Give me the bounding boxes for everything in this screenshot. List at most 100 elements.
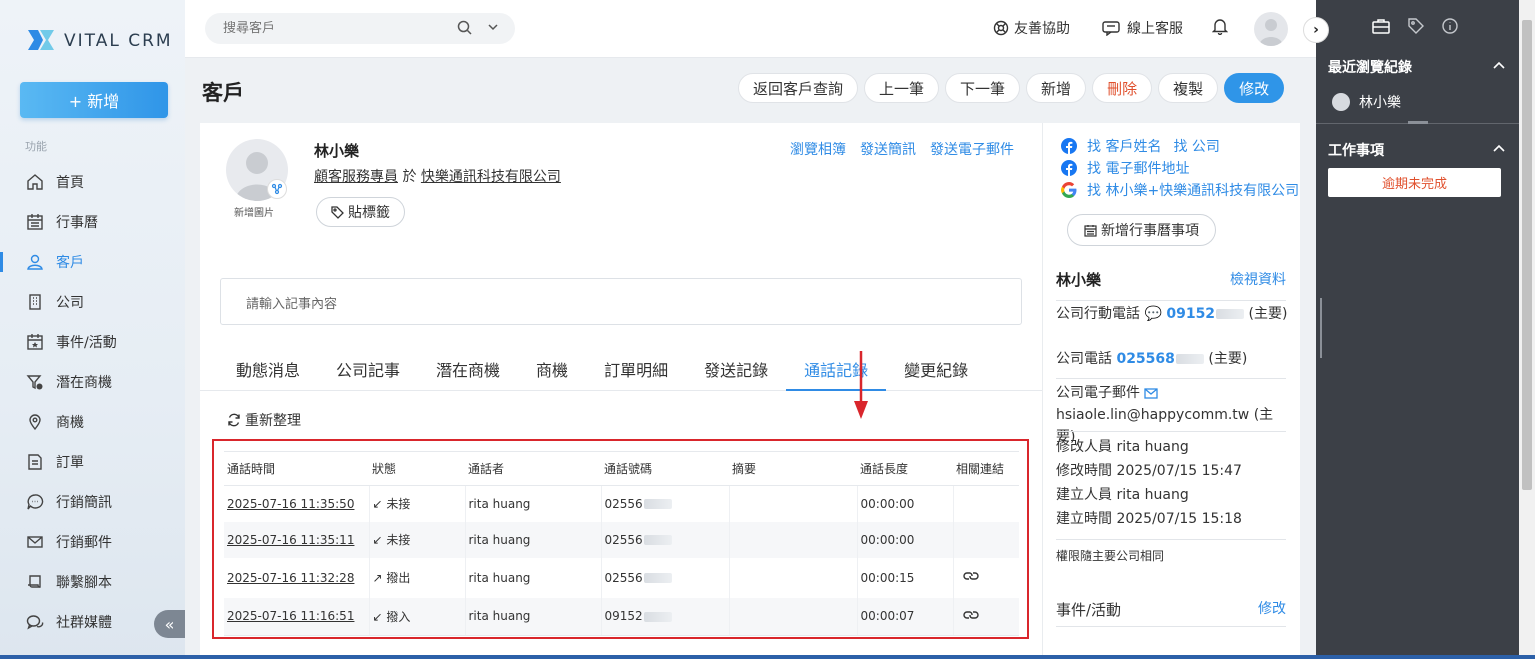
tab-leads[interactable]: 潛在商機 [418,351,518,391]
tab-change-log[interactable]: 變更紀錄 [886,351,986,391]
search-customer-name-link[interactable]: 找 客戶姓名 [1087,136,1161,156]
add-calendar-event-button[interactable]: 新增行事曆事項 [1067,214,1216,246]
topbar: 友善協助 線上客服 › [185,0,1329,58]
tag-icon[interactable] [1408,18,1424,34]
help-link[interactable]: 友善協助 [993,18,1070,38]
tab-send-records[interactable]: 發送記錄 [686,351,786,391]
tab-order-details[interactable]: 訂單明細 [586,351,686,391]
sidebar-item-sms[interactable]: 行銷簡訊 [0,482,185,522]
column-header[interactable]: 通話時間 [224,451,369,486]
new-button[interactable]: + 新增 [20,82,168,118]
overdue-filter-button[interactable]: 逾期未完成 [1328,168,1501,197]
search-company-link[interactable]: 找 公司 [1173,136,1219,156]
facebook-icon [1061,138,1077,154]
chat-support-icon [1102,20,1120,36]
browse-album-link[interactable]: 瀏覽相簿 [790,139,846,159]
recent-item[interactable]: 林小樂 [1332,92,1401,112]
action-bar: 返回客戶查詢 上一筆 下一筆 新增 刪除 複製 修改 [738,73,1290,103]
sidebar-item-opportunity[interactable]: 商機 [0,402,185,442]
call-time-link[interactable]: 2025-07-16 11:32:28 [227,571,354,585]
resize-handle[interactable] [1408,121,1428,124]
user-avatar[interactable] [1254,12,1288,46]
link-icon[interactable] [962,570,979,582]
add-photo-label[interactable]: 新增圖片 [234,204,274,219]
sidebar-item-calendar[interactable]: 行事曆 [0,202,185,242]
customer-icon [25,252,45,272]
sidebar-item-home[interactable]: 首頁 [0,162,185,202]
collapse-sidebar-button[interactable]: « [154,610,185,638]
refresh-button[interactable]: 重新整理 [227,410,301,430]
recent-item-label: 林小樂 [1359,95,1401,111]
previous-button[interactable]: 上一筆 [864,73,940,103]
panel-resize-handle[interactable] [1320,298,1322,358]
column-header[interactable]: 通話者 [465,451,601,486]
mail-icon [25,532,45,552]
chevron-up-icon[interactable] [1493,58,1505,72]
change-photo-icon[interactable] [267,179,287,199]
tab-call-records[interactable]: 通話記錄 [786,351,887,391]
edit-button[interactable]: 修改 [1224,73,1285,103]
sidebar-item-company[interactable]: 公司 [0,282,185,322]
column-header[interactable]: 通話長度 [857,451,953,486]
duration: 00:00:00 [857,521,954,558]
page-scrollbar[interactable] [1519,0,1535,659]
chevron-up-icon[interactable] [1493,141,1505,155]
building-icon [25,292,45,312]
company-mobile-link[interactable]: 09152 [1166,306,1215,322]
sidebar-item-mail[interactable]: 行銷郵件 [0,522,185,562]
search-icon[interactable] [457,20,473,40]
column-header[interactable]: 通話號碼 [601,451,729,486]
expand-panel-button[interactable]: › [1303,17,1329,43]
call-time-link[interactable]: 2025-07-16 11:35:50 [227,497,354,511]
support-link[interactable]: 線上客服 [1102,18,1183,38]
chat-icon[interactable]: 💬 [1144,306,1161,322]
sidebar-item-events[interactable]: 事件/活動 [0,322,185,362]
tab-news[interactable]: 動態消息 [218,351,318,391]
sidebar-item-label: 潛在商機 [56,375,112,391]
column-header[interactable]: 摘要 [729,451,857,486]
search-google-link[interactable]: 找 林小樂+快樂通訊科技有限公司 [1087,180,1299,200]
funnel-icon [25,372,45,392]
events-edit-link[interactable]: 修改 [1258,598,1286,618]
info-icon[interactable] [1442,18,1458,34]
redacted-digits [1216,309,1245,319]
delete-button[interactable]: 刪除 [1092,73,1153,103]
sidebar-item-customer[interactable]: 客戶 [0,242,185,282]
back-to-search-button[interactable]: 返回客戶查詢 [738,73,859,103]
tab-opportunities[interactable]: 商機 [518,351,586,391]
call-time-link[interactable]: 2025-07-16 11:16:51 [227,609,354,623]
add-calendar-label: 新增行事曆事項 [1101,223,1199,239]
related-link-cell [953,521,1019,558]
search-email-link[interactable]: 找 電子郵件地址 [1087,158,1189,178]
chevron-down-icon[interactable] [487,21,499,37]
sidebar-item-order[interactable]: 訂單 [0,442,185,482]
event-icon [25,332,45,352]
company-phone-link[interactable]: 025568 [1116,351,1174,367]
column-header[interactable]: 狀態 [369,451,465,486]
send-sms-link[interactable]: 發送簡訊 [860,139,916,159]
bell-icon[interactable] [1211,17,1229,39]
envelope-icon[interactable] [1144,387,1159,399]
summary [729,521,858,558]
note-input[interactable]: 請輸入記事內容 [220,278,1022,325]
job-title-link[interactable]: 顧客服務專員 [314,169,398,185]
next-button[interactable]: 下一筆 [945,73,1021,103]
company-link[interactable]: 快樂通訊科技有限公司 [421,169,561,185]
link-icon[interactable] [962,609,979,621]
sidebar: VITAL CRM + 新增 功能 首頁 行事曆 客戶 公司 事件/活動 潛在商… [0,0,185,659]
column-header[interactable]: 相關連結 [953,451,1019,486]
search-input[interactable] [223,21,453,36]
tab-company-notes[interactable]: 公司記事 [318,351,418,391]
send-email-link[interactable]: 發送電子郵件 [930,139,1014,159]
briefcase-icon[interactable] [1372,18,1390,34]
sidebar-item-label: 客戶 [56,255,84,271]
view-details-link[interactable]: 檢視資料 [1230,269,1286,289]
sidebar-item-leads[interactable]: 潛在商機 [0,362,185,402]
scrollbar-thumb[interactable] [1522,20,1532,490]
brand-logo[interactable]: VITAL CRM [24,26,173,56]
add-tag-button[interactable]: 貼標籤 [316,197,405,227]
add-button[interactable]: 新增 [1026,73,1087,103]
sidebar-item-script[interactable]: 聯繫腳本 [0,562,185,602]
copy-button[interactable]: 複製 [1158,73,1219,103]
call-time-link[interactable]: 2025-07-16 11:35:11 [227,533,354,547]
